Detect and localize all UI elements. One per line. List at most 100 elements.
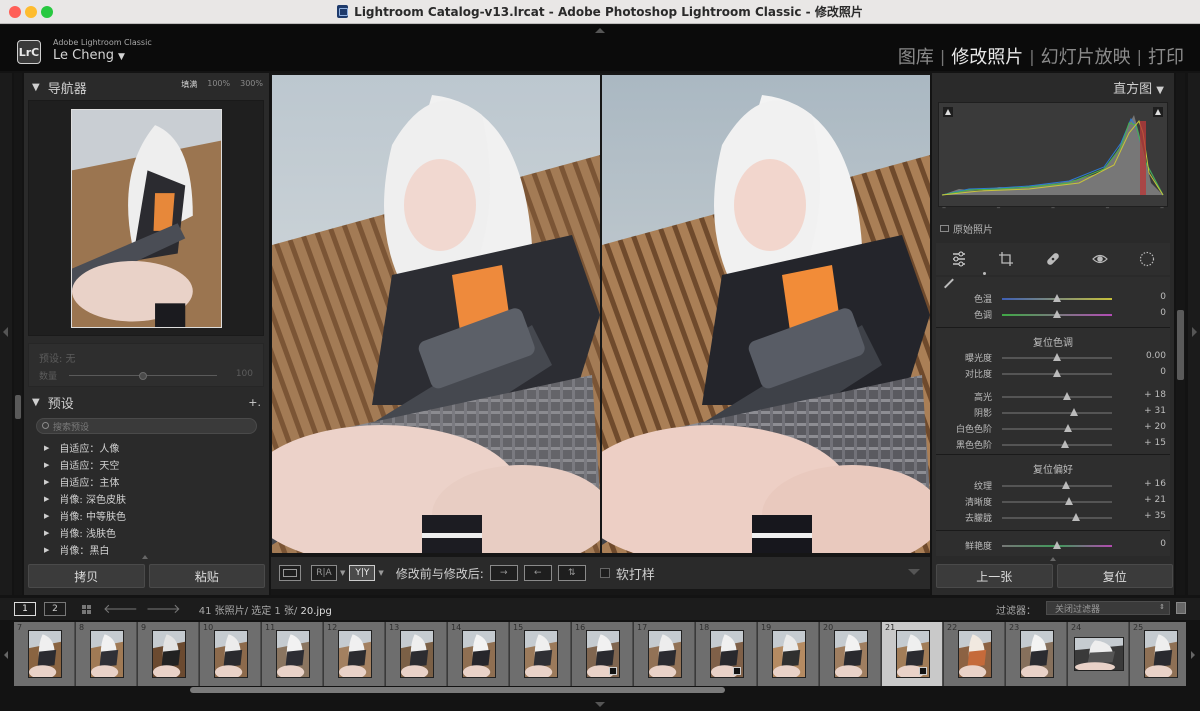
crop-icon[interactable] — [997, 250, 1015, 268]
eyedropper-icon[interactable] — [944, 278, 954, 289]
filter-select[interactable]: 关闭过滤器 ⇕ — [1046, 601, 1170, 615]
filmstrip-thumbnail[interactable] — [648, 630, 682, 678]
slider-knob[interactable] — [1053, 310, 1061, 318]
filmstrip-scrollbar[interactable] — [190, 687, 725, 693]
slider-knob[interactable] — [1064, 497, 1073, 505]
right-panel-toggle-icon[interactable] — [1192, 327, 1197, 337]
copy-button[interactable]: 拷贝 — [28, 564, 145, 588]
filmstrip-cell[interactable]: 16 — [572, 622, 633, 686]
filmstrip-cell[interactable]: 9 — [138, 622, 199, 686]
edit-sliders-icon[interactable] — [950, 250, 968, 268]
slider-knob[interactable] — [1053, 294, 1061, 302]
before-image[interactable] — [272, 75, 600, 553]
filmstrip-cell[interactable]: 12 — [324, 622, 385, 686]
module-slideshow[interactable]: 幻灯片放映 — [1041, 43, 1131, 69]
slider-knob[interactable] — [1072, 513, 1081, 521]
slider-knob[interactable] — [1064, 424, 1072, 432]
filmstrip-thumbnail[interactable] — [214, 630, 248, 678]
slider-knob[interactable] — [1061, 481, 1070, 489]
slider-value[interactable]: + 31 — [1144, 406, 1166, 416]
slider-value[interactable]: 0.00 — [1146, 351, 1166, 361]
swap-before-after-button[interactable]: ⇅ — [557, 565, 586, 581]
reset-button[interactable]: 复位 — [1056, 564, 1173, 588]
slider-value[interactable]: 0 — [1160, 308, 1166, 318]
preset-item[interactable]: ▶ 肖像: 中等肤色 — [24, 507, 269, 524]
preset-item[interactable]: ▶ 肖像: 浅肤色 — [24, 524, 269, 541]
slider-knob[interactable] — [1053, 541, 1061, 549]
preset-search-input[interactable]: 搜索预设 — [36, 418, 257, 434]
slider-knob[interactable] — [1062, 392, 1071, 400]
secondary-window-button[interactable]: 2 — [44, 602, 66, 616]
after-image[interactable] — [602, 75, 930, 553]
section-reset-button[interactable]: 复位色调 — [936, 334, 1170, 349]
soft-proof-checkbox[interactable] — [599, 568, 610, 578]
original-photo-toggle[interactable]: 原始照片 — [940, 221, 993, 236]
paste-button[interactable]: 粘贴 — [148, 564, 265, 588]
original-photo-checkbox[interactable] — [940, 225, 949, 232]
filter-lock-icon[interactable] — [1176, 602, 1186, 614]
slider-knob[interactable] — [1070, 408, 1079, 416]
slider-value[interactable]: 0 — [1160, 367, 1166, 377]
filmstrip-cell[interactable]: 25 — [1130, 622, 1186, 686]
right-panel-bottom-arrow[interactable] — [1050, 557, 1056, 561]
filmstrip-thumbnail[interactable] — [1074, 637, 1124, 671]
presets-header[interactable]: ▼ 预设 +. — [24, 391, 269, 413]
slider-track[interactable] — [1002, 485, 1112, 487]
filmstrip-cell[interactable]: 17 — [634, 622, 695, 686]
bottom-panel-toggle-icon[interactable] — [595, 702, 605, 707]
preset-item[interactable]: ▶ 自适应：天空 — [24, 456, 269, 473]
navigator-thumbnail[interactable] — [71, 109, 222, 328]
filmstrip-cell[interactable]: 18 — [696, 622, 757, 686]
slider-track[interactable] — [1002, 428, 1112, 430]
filmstrip-cell[interactable]: 8 — [76, 622, 137, 686]
filmstrip-thumbnail[interactable] — [772, 630, 806, 678]
grid-view-icon[interactable] — [82, 604, 91, 614]
filmstrip-thumbnail[interactable] — [462, 630, 496, 678]
amount-slider-knob[interactable] — [139, 372, 147, 380]
zoom-300-option[interactable]: 300% — [240, 79, 263, 90]
identity-user[interactable]: Le Cheng ▼ — [53, 48, 125, 63]
filmstrip-cell[interactable]: 23 — [1006, 622, 1067, 686]
slider-track[interactable] — [1002, 412, 1112, 414]
preset-item[interactable]: ▶ 肖像: 深色皮肤 — [24, 490, 269, 507]
filmstrip-right-arrow[interactable] — [1191, 651, 1195, 659]
filmstrip-thumbnail[interactable] — [586, 630, 620, 678]
red-eye-icon[interactable] — [1091, 250, 1109, 268]
filmstrip-cell[interactable]: 21 — [882, 622, 943, 686]
filmstrip-cell[interactable]: 20 — [820, 622, 881, 686]
slider-knob[interactable] — [1053, 369, 1061, 377]
preset-item[interactable]: ▶ 自适应：人像 — [24, 439, 269, 456]
slider-value[interactable]: 0 — [1160, 539, 1166, 549]
slider-value[interactable]: + 21 — [1144, 495, 1166, 505]
slider-knob[interactable] — [1061, 440, 1070, 448]
toolbar-menu-icon[interactable] — [908, 569, 920, 575]
slider-value[interactable]: + 15 — [1144, 438, 1166, 448]
zoom-window-button[interactable] — [41, 6, 53, 18]
copy-before-to-after-button[interactable]: → — [489, 565, 518, 581]
left-panel-scroll-thumb[interactable] — [15, 395, 21, 419]
filmstrip-left-arrow[interactable] — [4, 651, 8, 659]
loupe-view-button[interactable] — [279, 565, 301, 581]
filmstrip-thumbnail[interactable] — [90, 630, 124, 678]
filmstrip-thumbnail[interactable] — [276, 630, 310, 678]
filmstrip-cell[interactable]: 22 — [944, 622, 1005, 686]
filmstrip-thumbnail[interactable] — [28, 630, 62, 678]
filmstrip-cell[interactable]: 10 — [200, 622, 261, 686]
slider-value[interactable]: + 16 — [1144, 479, 1166, 489]
filmstrip-thumbnail[interactable] — [338, 630, 372, 678]
before-after-split-button[interactable]: Y|Y — [349, 565, 376, 581]
slider-track[interactable] — [1002, 517, 1112, 519]
chevron-down-icon[interactable]: ▼ — [378, 569, 383, 577]
left-panel-bottom-arrow[interactable] — [142, 555, 148, 559]
module-library[interactable]: 图库 — [898, 43, 934, 69]
slider-track[interactable] — [1002, 501, 1112, 503]
left-panel-toggle-icon[interactable] — [3, 327, 8, 337]
filmstrip-cell[interactable]: 13 — [386, 622, 447, 686]
histogram-chart[interactable] — [938, 102, 1168, 207]
module-develop[interactable]: 修改照片 — [951, 43, 1023, 69]
close-window-button[interactable] — [9, 6, 21, 18]
chevron-down-icon[interactable]: ▼ — [340, 569, 345, 577]
filmstrip-thumbnail[interactable] — [834, 630, 868, 678]
primary-window-button[interactable]: 1 — [14, 602, 36, 616]
copy-after-to-before-button[interactable]: ← — [523, 565, 552, 581]
